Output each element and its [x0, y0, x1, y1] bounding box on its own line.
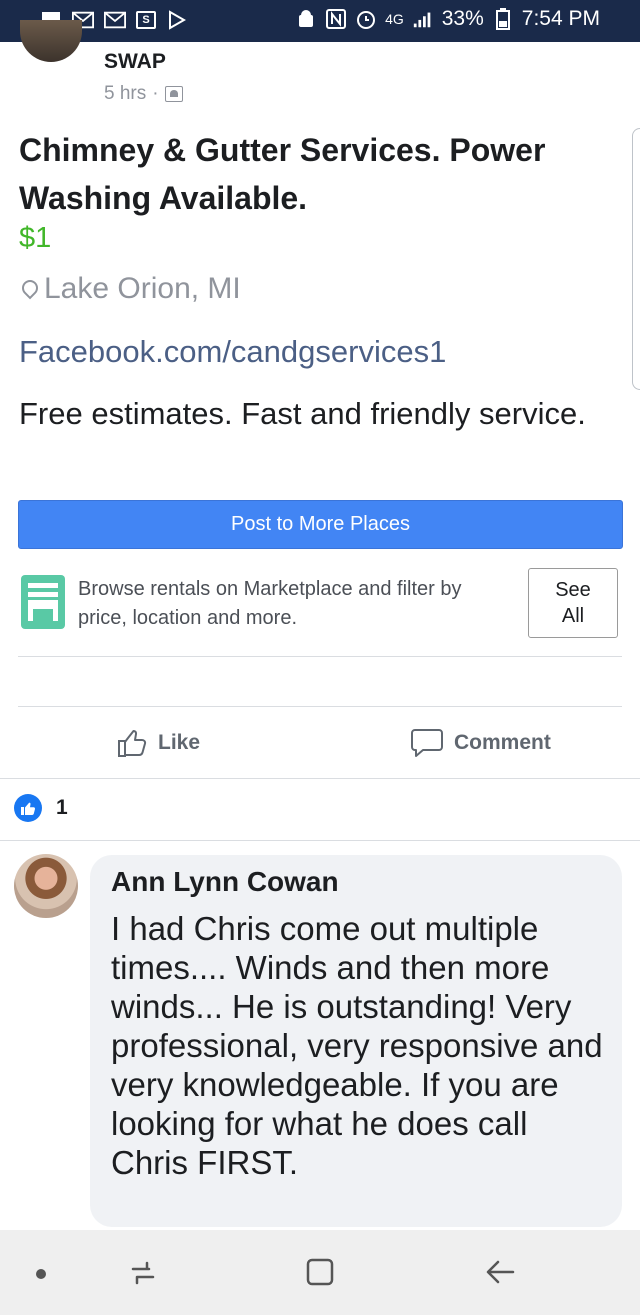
meta-separator: · [152, 83, 159, 104]
see-all-button[interactable]: See All [528, 568, 618, 638]
like-label: Like [158, 731, 201, 754]
home-button[interactable] [300, 1252, 340, 1292]
comment-button[interactable]: Comment [410, 723, 551, 763]
listing-location: Lake Orion, MI [22, 272, 241, 306]
home-square-icon [306, 1258, 334, 1286]
listing-title: Chimney & Gutter Services. Power Washing… [19, 132, 546, 216]
marketplace-promo-text: Browse rentals on Marketplace and filter… [78, 578, 462, 629]
clock-time: 7:54 PM [521, 7, 600, 30]
location-text: Lake Orion, MI [44, 272, 241, 305]
back-arrow-icon [486, 1260, 515, 1284]
comment-text: I had Chris come out multiple times.... … [111, 910, 603, 1181]
battery-percent: 33% [441, 7, 484, 30]
group-avatar[interactable] [20, 20, 82, 62]
location-pin-icon [22, 280, 36, 298]
play-icon [166, 9, 188, 31]
like-reaction-icon [14, 794, 42, 822]
like-button[interactable]: Like [116, 723, 200, 763]
group-privacy-icon [164, 86, 183, 102]
mail-icon [104, 9, 126, 31]
listing-link[interactable]: Facebook.com/candgservices1 [19, 334, 446, 370]
system-nav-bar [0, 1230, 640, 1315]
recent-apps-button[interactable] [122, 1252, 162, 1292]
system-status: 4G 33% 7:54 PM [295, 7, 600, 31]
divider [0, 778, 640, 779]
network-type: 4G [385, 11, 404, 27]
back-button[interactable] [480, 1252, 520, 1292]
like-count: 1 [56, 796, 68, 819]
reaction-summary[interactable]: 1 [14, 794, 68, 822]
divider [18, 706, 622, 707]
commenter-avatar[interactable] [14, 854, 78, 918]
marketplace-icon [21, 575, 65, 629]
comment-label: Comment [454, 731, 551, 754]
signal-icon [412, 8, 434, 30]
nfc-icon [325, 8, 347, 30]
divider [18, 656, 622, 657]
see-all-label-line2: All [561, 605, 585, 627]
recent-apps-icon [131, 1261, 155, 1285]
status-bar: S 4G 33% 7:54 PM [0, 0, 640, 42]
alarm-icon [355, 8, 377, 30]
comment-bubble-icon [411, 729, 443, 757]
thumbs-up-icon [118, 730, 147, 757]
nav-dot-indicator [36, 1269, 46, 1279]
android-icon [295, 8, 317, 30]
divider [0, 840, 640, 841]
scroll-indicator[interactable] [632, 128, 640, 390]
listing-price: $1 [19, 222, 52, 254]
comment-author[interactable]: Ann Lynn Cowan [111, 866, 339, 898]
post-meta: 5 hrs · [104, 83, 183, 105]
post-to-more-places-button[interactable]: Post to More Places [18, 500, 623, 549]
group-name[interactable]: SWAP [104, 50, 166, 74]
listing-description: Free estimates. Fast and friendly servic… [19, 396, 586, 431]
battery-icon [492, 8, 514, 30]
see-all-label-line1: See [555, 579, 591, 601]
post-time[interactable]: 5 hrs [104, 83, 146, 105]
s-app-icon: S [136, 11, 156, 29]
